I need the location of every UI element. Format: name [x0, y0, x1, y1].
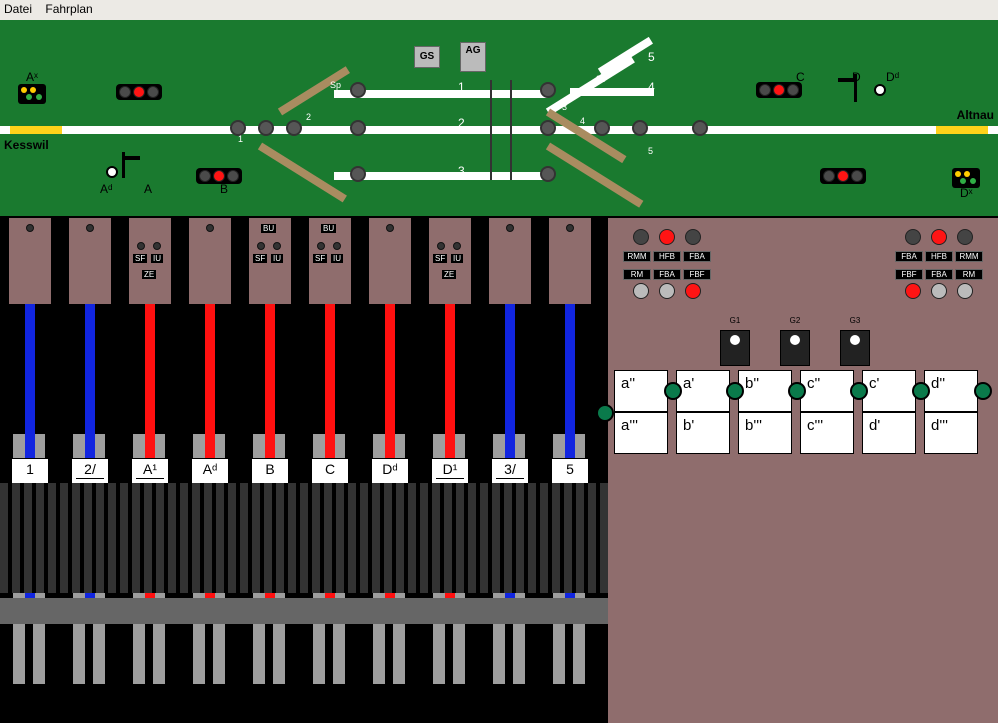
lever-head-6: BU SF IU: [309, 218, 351, 304]
lever-head-8: SF IU ZE: [429, 218, 471, 304]
route-key-bot-0[interactable]: a''': [614, 412, 668, 454]
lever-head-5: BU SF IU: [249, 218, 291, 304]
signal-B[interactable]: [196, 168, 242, 184]
ag-button[interactable]: AG: [460, 42, 486, 72]
turnout-sp[interactable]: [286, 120, 302, 136]
station-left: Kesswil: [4, 138, 49, 152]
signal-C-head[interactable]: [756, 82, 802, 98]
lever-head-4: [189, 218, 231, 304]
cell-button-g1[interactable]: G1: [720, 330, 750, 366]
distant-signal-Dx[interactable]: [952, 168, 980, 188]
menu-timetable[interactable]: Fahrplan: [45, 2, 92, 16]
route-key-top-2[interactable]: b'': [738, 370, 792, 412]
signal-Dx-label: Dˣ: [960, 186, 973, 200]
route-knob-end[interactable]: [974, 382, 992, 400]
track-diagram: 1 2 3 4 5 1 2 Sp 3 4 5 20 Kesswil Altnau…: [0, 20, 998, 218]
lever-head-1: [9, 218, 51, 304]
route-key-top-4[interactable]: c': [862, 370, 916, 412]
route-key-top-1[interactable]: a': [676, 370, 730, 412]
turnout-4[interactable]: [632, 120, 648, 136]
gs-button[interactable]: GS: [414, 46, 440, 68]
semaphore-Dd[interactable]: [844, 74, 904, 106]
lever-frame: SF IU ZE BU SF IU BU SF IU SF IU: [0, 218, 608, 723]
turnout-2[interactable]: [258, 120, 274, 136]
route-key-bot-2[interactable]: b''': [738, 412, 792, 454]
track-2: [334, 126, 548, 134]
lever-head-9: [489, 218, 531, 304]
track-4-label: 4: [648, 80, 655, 94]
signal-Ad-label: Aᵈ: [100, 182, 113, 196]
route-knob-3[interactable]: [850, 382, 868, 400]
lever-head-7: [369, 218, 411, 304]
control-panel: SF IU ZE BU SF IU BU SF IU SF IU: [0, 218, 998, 723]
signal-A-label: A: [144, 182, 152, 196]
cell-button-g3[interactable]: G3: [840, 330, 870, 366]
route-knob-4[interactable]: [912, 382, 930, 400]
route-key-top-5[interactable]: d'': [924, 370, 978, 412]
lever-head-3: SF IU ZE: [129, 218, 171, 304]
route-knob-0[interactable]: [664, 382, 682, 400]
block-indicator-left: RMMHFBFBA RMFBAFBF: [622, 228, 712, 300]
route-key-bot-4[interactable]: d': [862, 412, 916, 454]
station-right: Altnau: [957, 108, 994, 122]
turnout-5[interactable]: [692, 120, 708, 136]
track-1: [334, 90, 548, 98]
route-knob-start[interactable]: [596, 404, 614, 422]
signal-A[interactable]: [116, 84, 162, 100]
route-knob-1[interactable]: [726, 382, 744, 400]
signal-D-head[interactable]: [820, 168, 866, 184]
block-panel: RMMHFBFBA RMFBAFBF FBAHFBRMM FBFFBARM G1…: [608, 218, 998, 723]
route-key-top-3[interactable]: c'': [800, 370, 854, 412]
lever-quadrant: [0, 483, 608, 593]
route-knob-2[interactable]: [788, 382, 806, 400]
block-indicator-right: FBAHFBRMM FBFFBARM: [894, 228, 984, 300]
route-key-bot-5[interactable]: d''': [924, 412, 978, 454]
menu-file[interactable]: Datei: [4, 2, 32, 16]
lever-heads: SF IU ZE BU SF IU BU SF IU SF IU: [0, 218, 608, 304]
track-2-label: 2: [458, 116, 465, 130]
route-key-bot-1[interactable]: b': [676, 412, 730, 454]
track-3-label: 3: [458, 164, 465, 178]
track-1-label: 1: [458, 80, 465, 94]
route-key-bot-3[interactable]: c''': [800, 412, 854, 454]
distant-signal-Ax[interactable]: [18, 84, 46, 104]
lever-head-2: [69, 218, 111, 304]
signal-B-label: B: [220, 182, 228, 196]
track-5-label: 5: [648, 50, 655, 64]
cell-button-g2[interactable]: G2: [780, 330, 810, 366]
route-key-grid: a''a'''a'b'b''b'''c''c'''c'd'd''d''': [614, 370, 992, 454]
semaphore-Ad[interactable]: [104, 152, 144, 180]
turnout-3[interactable]: [594, 120, 610, 136]
signal-Ax-label: Aˣ: [26, 70, 38, 84]
menubar: Datei Fahrplan: [0, 0, 998, 20]
track-3: [334, 172, 548, 180]
lever-head-10: [549, 218, 591, 304]
route-key-top-0[interactable]: a'': [614, 370, 668, 412]
